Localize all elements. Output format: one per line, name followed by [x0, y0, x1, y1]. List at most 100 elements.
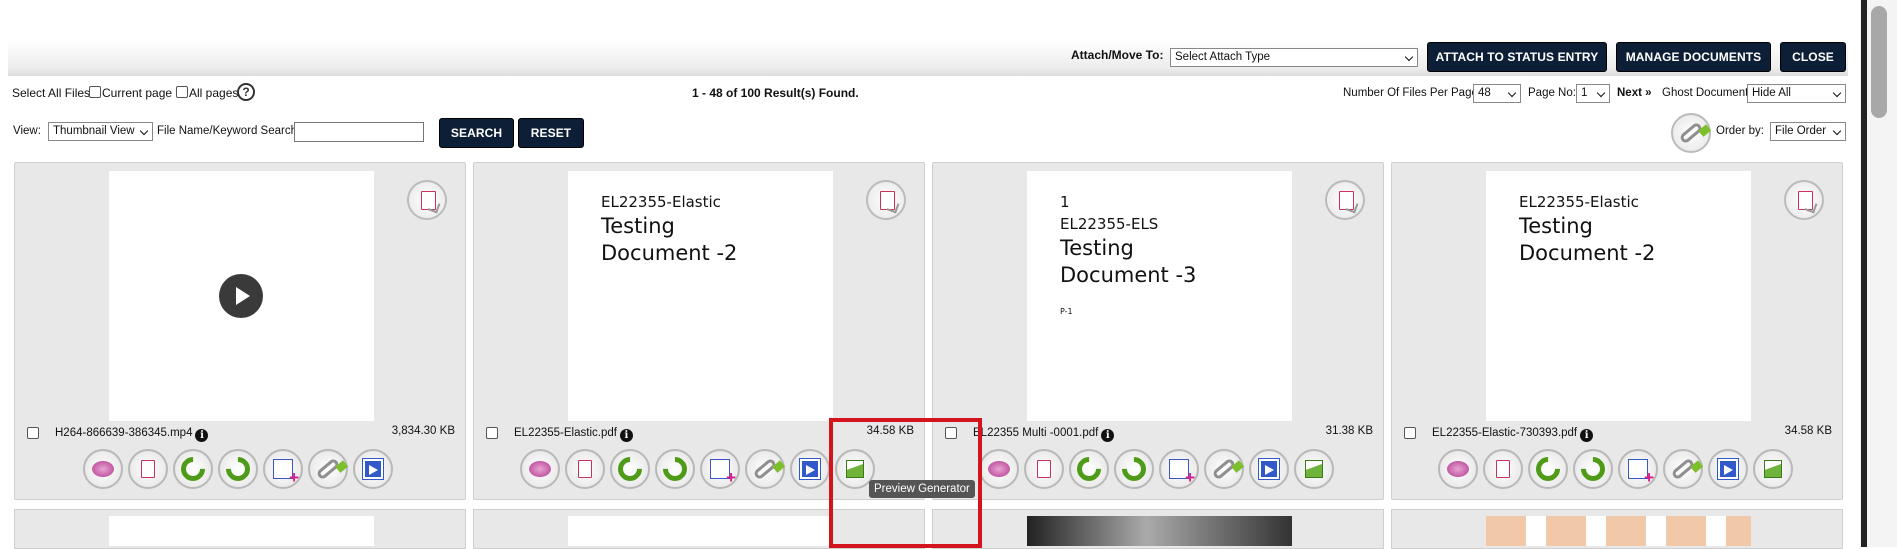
- comment-button[interactable]: [979, 449, 1019, 489]
- file-card: 1 EL22355-ELS Testing Document -3 P-1 EL…: [932, 162, 1384, 500]
- move-icon: [1258, 458, 1280, 480]
- image-icon: [1305, 460, 1323, 478]
- document-thumbnail[interactable]: 1 EL22355-ELS Testing Document -3 P-1: [1027, 171, 1292, 421]
- ghost-document-select[interactable]: Hide All: [1747, 84, 1846, 103]
- file-name: EL22355-Elastic-730393.pdf i: [1432, 427, 1594, 442]
- image-icon: [1764, 460, 1782, 478]
- document-thumbnail[interactable]: EL22355-Elastic Testing Document -2: [568, 171, 833, 421]
- document-icon: [1037, 460, 1051, 478]
- search-button[interactable]: SEARCH: [439, 118, 514, 148]
- page-no-select[interactable]: 1: [1576, 84, 1610, 103]
- file-card-next-row: [14, 509, 466, 549]
- link-button[interactable]: [308, 449, 348, 489]
- close-button[interactable]: CLOSE: [1780, 42, 1846, 72]
- add-pages-icon: [1628, 459, 1654, 488]
- move-button[interactable]: [790, 449, 830, 489]
- file-name-text: EL22355-Elastic-730393.pdf: [1432, 427, 1578, 439]
- page-no-label: Page No:: [1528, 87, 1576, 99]
- info-icon[interactable]: i: [1101, 429, 1115, 442]
- scrollbar-thumb[interactable]: [1871, 6, 1887, 118]
- file-select-checkbox[interactable]: [27, 427, 39, 439]
- rotate-right-button[interactable]: [655, 449, 695, 489]
- preview-generator-button[interactable]: [1294, 449, 1334, 489]
- attach-to-status-entry-button[interactable]: ATTACH TO STATUS ENTRY: [1427, 42, 1607, 72]
- document-view-icon[interactable]: [1325, 180, 1365, 220]
- thumbnail-peek: [109, 516, 374, 546]
- comment-button[interactable]: [83, 449, 123, 489]
- doc-line: Testing: [1519, 214, 1593, 238]
- info-icon[interactable]: i: [619, 429, 633, 442]
- rotate-right-icon: [221, 452, 255, 486]
- highlight-box: [829, 418, 982, 548]
- rotate-left-icon: [613, 452, 647, 486]
- doc-line: EL22355-Elastic: [1519, 193, 1639, 211]
- order-by-select[interactable]: File Order: [1770, 122, 1846, 141]
- doc-line: Document -2: [1519, 241, 1656, 265]
- add-pages-button[interactable]: [1618, 449, 1658, 489]
- add-pages-icon: [710, 459, 736, 488]
- rotate-left-button[interactable]: [173, 449, 213, 489]
- document-icon: [141, 460, 155, 478]
- rotate-left-button[interactable]: [610, 449, 650, 489]
- move-icon: [799, 458, 821, 480]
- view-document-button[interactable]: [1024, 449, 1064, 489]
- file-select-checkbox[interactable]: [486, 427, 498, 439]
- scrollbar-track: [1861, 0, 1867, 547]
- view-select[interactable]: Thumbnail View: [48, 122, 153, 141]
- move-button[interactable]: [353, 449, 393, 489]
- search-input[interactable]: [294, 122, 424, 142]
- file-card-next-row: [932, 509, 1384, 549]
- view-document-button[interactable]: [1483, 449, 1523, 489]
- current-page-checkbox[interactable]: [89, 86, 101, 98]
- rotate-right-icon: [1117, 452, 1151, 486]
- file-name: EL22355 Multi -0001.pdf i: [973, 427, 1115, 442]
- file-size: 3,834.30 KB: [391, 425, 455, 437]
- next-page-link[interactable]: Next »: [1617, 87, 1652, 99]
- document-view-icon[interactable]: [866, 180, 906, 220]
- link-documents-icon[interactable]: [1671, 113, 1711, 153]
- attach-type-select[interactable]: Select Attach Type: [1170, 48, 1418, 67]
- view-document-button[interactable]: [128, 449, 168, 489]
- link-button[interactable]: [1204, 449, 1244, 489]
- video-thumbnail[interactable]: [109, 171, 374, 421]
- link-button[interactable]: [745, 449, 785, 489]
- move-icon: [1717, 458, 1739, 480]
- add-pages-button[interactable]: [1159, 449, 1199, 489]
- doc-line: Document -2: [601, 241, 738, 265]
- action-toolbar: [979, 449, 1379, 489]
- add-pages-button[interactable]: [700, 449, 740, 489]
- search-label: File Name/Keyword Search:: [157, 125, 301, 137]
- file-size: 34.58 KB: [1784, 425, 1832, 437]
- preview-generator-button[interactable]: [1753, 449, 1793, 489]
- rotate-left-button[interactable]: [1528, 449, 1568, 489]
- comment-button[interactable]: [520, 449, 560, 489]
- rotate-left-button[interactable]: [1069, 449, 1109, 489]
- rotate-right-button[interactable]: [1573, 449, 1613, 489]
- rotate-right-button[interactable]: [218, 449, 258, 489]
- document-view-icon[interactable]: [407, 180, 447, 220]
- info-icon[interactable]: i: [195, 429, 209, 442]
- move-button[interactable]: [1249, 449, 1289, 489]
- link-button[interactable]: [1663, 449, 1703, 489]
- document-preview-text: EL22355-Elastic Testing Document -2: [1519, 191, 1655, 267]
- document-view-icon[interactable]: [1784, 180, 1824, 220]
- play-icon[interactable]: [219, 274, 263, 318]
- doc-line: EL22355-Elastic: [601, 193, 721, 211]
- document-thumbnail[interactable]: EL22355-Elastic Testing Document -2: [1486, 171, 1751, 421]
- view-document-button[interactable]: [565, 449, 605, 489]
- reset-button[interactable]: RESET: [518, 118, 584, 148]
- all-pages-checkbox[interactable]: [176, 86, 188, 98]
- help-icon[interactable]: ?: [237, 83, 255, 101]
- manage-documents-button[interactable]: MANAGE DOCUMENTS: [1616, 42, 1771, 72]
- rotate-right-button[interactable]: [1114, 449, 1154, 489]
- move-button[interactable]: [1708, 449, 1748, 489]
- doc-line: Testing: [601, 214, 675, 238]
- file-select-checkbox[interactable]: [1404, 427, 1416, 439]
- comment-button[interactable]: [1438, 449, 1478, 489]
- file-name-text: EL22355 Multi -0001.pdf: [973, 427, 1099, 439]
- files-per-page-label: Number Of Files Per Page:: [1343, 87, 1482, 99]
- info-icon[interactable]: i: [1580, 429, 1594, 442]
- files-per-page-select[interactable]: 48: [1473, 84, 1521, 103]
- all-pages-label: All pages: [189, 86, 239, 100]
- add-pages-button[interactable]: [263, 449, 303, 489]
